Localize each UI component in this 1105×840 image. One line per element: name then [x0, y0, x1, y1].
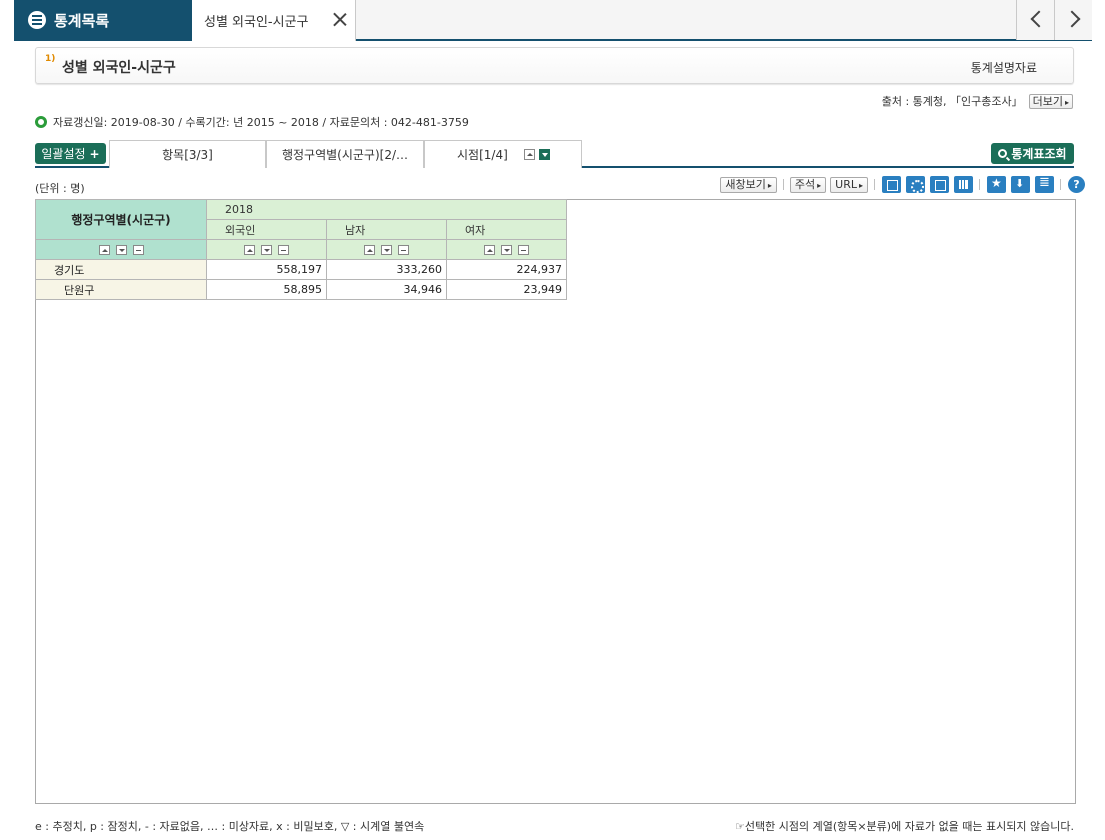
sort-up-icon[interactable]	[244, 245, 255, 255]
table-cell: 58,895	[206, 279, 327, 300]
table-cell: 23,949	[446, 279, 567, 300]
tab-period-label: 시점[1/4]	[457, 148, 508, 162]
divider	[782, 179, 784, 190]
update-info-text: 자료갱신일: 2019-08-30 / 수록기간: 년 2015 ~ 2018 …	[53, 116, 469, 129]
table-cell: 558,197	[206, 259, 327, 280]
expand-icon[interactable]	[538, 149, 550, 160]
hide-icon[interactable]	[132, 245, 144, 255]
page-title: 성별 외국인-시군구	[62, 60, 176, 76]
annotation-button[interactable]: 주석 ▸	[789, 176, 827, 193]
help-icon[interactable]: ?	[1068, 176, 1085, 193]
tab-items[interactable]: 항목[3/3]	[109, 140, 266, 168]
table-layout-icon[interactable]	[882, 176, 901, 193]
footer-note: ☞선택한 시점의 계열(항목×분류)에 자료가 없을 때는 표시되지 않습니다.	[735, 820, 1074, 833]
data-table-area: 행정구역별(시군구) 2018 외국인 남자 여자 경기도 558,197 33…	[35, 199, 1076, 804]
table-cell: 333,260	[326, 259, 447, 280]
new-window-button[interactable]: 새창보기 ▸	[720, 176, 777, 193]
list-icon	[28, 11, 46, 29]
tab-items-label: 항목[3/3]	[162, 148, 213, 162]
sort-down-icon[interactable]	[381, 245, 392, 255]
chevron-left-icon[interactable]	[1016, 0, 1054, 40]
chevron-right-icon: ▸	[767, 180, 772, 190]
unit-label: (단위 : 명)	[35, 182, 85, 195]
sort-controls	[206, 239, 327, 260]
hide-icon[interactable]	[398, 245, 409, 255]
analysis-icon[interactable]	[930, 176, 949, 193]
hide-icon[interactable]	[518, 245, 529, 255]
row-label-danwon: 단원구	[35, 279, 207, 300]
symbol-legend: e : 추정치, p : 잠정치, - : 자료없음, … : 미상자료, x …	[35, 820, 425, 833]
sort-up-icon[interactable]	[484, 245, 495, 255]
divider	[1060, 179, 1061, 190]
table-cell: 224,937	[446, 259, 567, 280]
year-header: 2018	[206, 199, 567, 220]
collapse-icon[interactable]	[523, 149, 535, 160]
chevron-right-icon: ▸	[1064, 97, 1069, 107]
new-window-label: 새창보기	[725, 177, 766, 191]
plus-icon: +	[89, 146, 100, 161]
table-row: 경기도 558,197 333,260 224,937	[35, 259, 567, 280]
more-button-label: 더보기	[1032, 94, 1063, 108]
bulk-settings-label: 일괄설정	[41, 147, 86, 161]
tab-region-label: 행정구역별(시군구)[2/…	[281, 148, 409, 162]
tab-stat-list-label: 통계목록	[54, 11, 110, 30]
bar-chart-icon[interactable]	[954, 176, 973, 193]
annotation-label: 주석	[794, 177, 816, 191]
sort-controls	[446, 239, 567, 260]
sort-controls	[35, 239, 207, 260]
sort-up-icon[interactable]	[98, 245, 110, 255]
region-dimension-header[interactable]: 행정구역별(시군구)	[35, 199, 207, 240]
url-button[interactable]: URL ▸	[830, 176, 868, 193]
chevron-right-icon[interactable]	[1054, 0, 1092, 40]
tab-stat-list[interactable]: 통계목록	[14, 0, 192, 40]
column-header-male: 남자	[326, 219, 447, 240]
tab-region[interactable]: 행정구역별(시군구)[2/…	[266, 140, 424, 168]
hide-icon[interactable]	[278, 245, 289, 255]
download-icon[interactable]	[1011, 176, 1030, 193]
gear-icon[interactable]	[906, 176, 925, 193]
stat-description-link[interactable]: 통계설명자료	[971, 59, 1037, 76]
sort-controls	[326, 239, 447, 260]
search-icon	[998, 149, 1008, 158]
table-tools: 새창보기▸ 주석▸ URL▸ ?	[716, 175, 1085, 193]
close-icon[interactable]	[333, 12, 347, 26]
bullet-icon	[35, 116, 47, 128]
update-info: 자료갱신일: 2019-08-30 / 수록기간: 년 2015 ~ 2018 …	[35, 114, 469, 130]
source-info: 출처 : 통계청, 「인구총조사」 더보기 ▸	[882, 93, 1073, 109]
tab-period[interactable]: 시점[1/4]	[424, 140, 582, 168]
sort-down-icon[interactable]	[501, 245, 512, 255]
chevron-right-icon: ▸	[858, 180, 863, 190]
stat-table-search-button[interactable]: 통계표조회	[991, 143, 1074, 164]
divider	[979, 179, 980, 190]
sort-up-icon[interactable]	[364, 245, 375, 255]
row-label-gyeonggi: 경기도	[35, 259, 207, 280]
tab-current-table-label: 성별 외국인-시군구	[204, 15, 309, 30]
selection-toolbar: 일괄설정 + 항목[3/3] 행정구역별(시군구)[2/… 시점[1/4] 통계…	[35, 140, 1074, 168]
divider	[874, 179, 875, 190]
footnote-mark[interactable]: 1)	[45, 54, 55, 64]
sort-down-icon[interactable]	[115, 245, 127, 255]
top-tab-bar: 통계목록 성별 외국인-시군구	[14, 0, 1092, 41]
stat-table-search-label: 통계표조회	[1011, 147, 1067, 161]
data-table: 행정구역별(시군구) 2018 외국인 남자 여자 경기도 558,197 33…	[35, 199, 567, 300]
tab-current-table[interactable]: 성별 외국인-시군구	[192, 0, 356, 41]
table-row: 단원구 58,895 34,946 23,949	[35, 279, 567, 300]
source-text: 출처 : 통계청, 「인구총조사」	[881, 95, 1023, 108]
bulk-settings-button[interactable]: 일괄설정 +	[35, 143, 106, 164]
url-label: URL	[835, 177, 857, 191]
print-icon[interactable]	[1035, 175, 1054, 193]
star-icon[interactable]	[987, 176, 1006, 193]
table-title-box: 1) 성별 외국인-시군구 통계설명자료	[35, 47, 1074, 84]
column-header-female: 여자	[446, 219, 567, 240]
sort-down-icon[interactable]	[261, 245, 272, 255]
chevron-right-icon: ▸	[817, 180, 822, 190]
table-cell: 34,946	[326, 279, 447, 300]
more-button[interactable]: 더보기 ▸	[1028, 93, 1073, 109]
column-header-foreigner: 외국인	[206, 219, 327, 240]
